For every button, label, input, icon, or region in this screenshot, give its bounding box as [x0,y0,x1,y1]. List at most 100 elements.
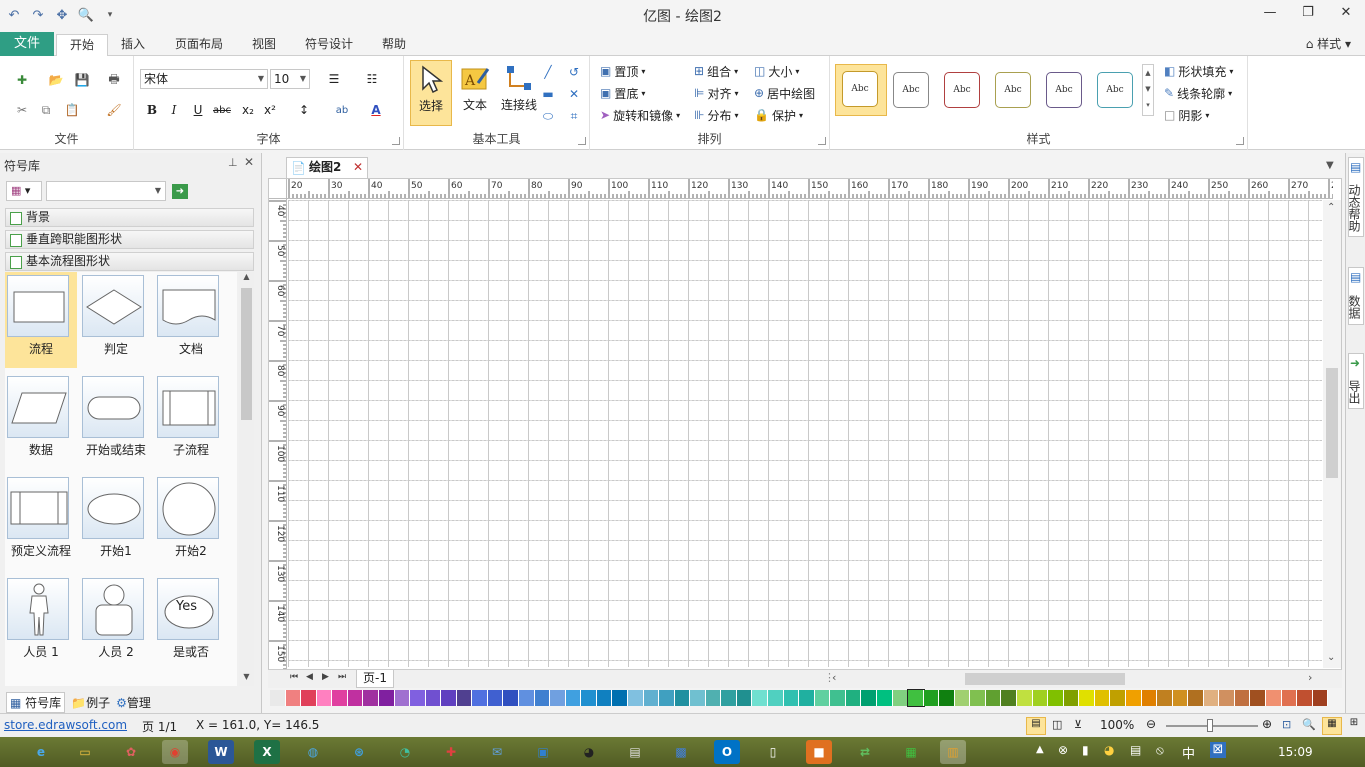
project-app-icon[interactable]: ▦ [898,740,924,764]
text-tool-button[interactable]: A 文本 [454,60,496,126]
page-view-icon[interactable]: ◫ [1052,718,1062,731]
tab-list-icon[interactable]: ▼ [1326,160,1334,171]
canvas-vscroll-thumb[interactable] [1326,368,1338,478]
palette-swatch[interactable] [1063,690,1080,706]
align-button[interactable]: ⊫ 对齐 ▾ [694,83,738,103]
palette-swatch[interactable] [752,690,768,706]
shape-fill-button[interactable]: ◧ 形状填充 ▾ [1164,61,1233,81]
cross-tool-icon[interactable]: ✕ [564,84,584,104]
tray-network-icon[interactable]: ▤ [1130,743,1141,757]
remote-desktop-icon[interactable]: ▩ [668,740,694,764]
style-sample-4[interactable]: Abc [995,72,1031,108]
palette-swatch[interactable] [363,690,379,706]
palette-swatch[interactable] [316,690,333,706]
examples-tab[interactable]: 📁例子 [71,694,110,711]
palette-swatch[interactable] [1032,690,1049,706]
scroll-down-icon[interactable]: ▼ [239,672,254,686]
palette-swatch[interactable] [907,689,925,707]
cut-icon[interactable]: ✂ [12,100,32,120]
grid-toggle-icon[interactable]: ▦ [1322,717,1342,735]
library-scrollbar[interactable]: ▲ ▼ [239,272,254,686]
last-page-icon[interactable]: ⏭ [338,672,346,682]
font-size-select[interactable]: 10 ▼ [270,69,310,89]
shape-person2[interactable]: 人员 2 [80,575,152,671]
tab-file[interactable]: 文件 [0,32,54,56]
palette-swatch[interactable] [612,690,628,706]
print-icon[interactable]: 🖶 [104,70,124,90]
palette-swatch[interactable] [565,690,582,706]
minimize-button[interactable]: — [1251,0,1289,24]
arc-tool-icon[interactable]: ↺ [564,62,584,82]
tray-app-icon[interactable]: ⊗ [1058,743,1068,757]
outlook-icon[interactable]: O [714,740,740,764]
arrange-dialog-launcher[interactable] [818,137,826,145]
ime-app-icon[interactable]: ■ [806,740,832,764]
palette-swatch[interactable] [1141,690,1158,706]
app-icon[interactable]: ⊛ [346,740,372,764]
shape-process[interactable]: 流程 [5,272,77,368]
shape-yes-no[interactable]: Yes 是或否 [155,575,227,671]
font-color-button[interactable]: A [366,100,386,120]
tray-qq-icon[interactable]: ◕ [1104,743,1114,757]
fullscreen-view-icon[interactable]: ⊻ [1074,718,1082,731]
line-spacing-icon[interactable]: ↕ [294,100,314,120]
tab-insert[interactable]: 插入 [112,34,154,56]
manage-tab[interactable]: ⚙管理 [116,694,151,711]
paint-icon[interactable]: ✿ [118,740,144,764]
library-scroll-thumb[interactable] [241,288,252,420]
shadow-button[interactable]: □ 阴影 ▾ [1164,105,1209,125]
data-tab[interactable]: ▤ 数据 [1347,267,1364,325]
canvas-vertical-scrollbar[interactable]: ⌃ ⌄ [1323,200,1341,668]
paste-icon[interactable]: 📋 [62,100,82,120]
medical-app-icon[interactable]: ✚ [438,740,464,764]
underline-button[interactable]: U [188,100,208,120]
qq-icon[interactable]: ◕ [576,740,602,764]
style-sample-6[interactable]: Abc [1097,72,1133,108]
palette-swatch[interactable] [581,690,597,706]
palette-swatch[interactable] [1001,690,1017,706]
line-tool-icon[interactable]: ╱ [538,62,558,82]
crop-tool-icon[interactable]: ⌗ [564,106,584,126]
palette-swatch[interactable] [347,690,364,706]
palette-swatch[interactable] [659,690,675,706]
scroll-up-icon[interactable]: ▲ [239,272,254,286]
close-tab-icon[interactable]: ✕ [353,158,363,177]
palette-swatch[interactable] [1297,690,1313,706]
tab-page-layout[interactable]: 页面布局 [166,34,232,56]
tools-dialog-launcher[interactable] [578,137,586,145]
prev-page-icon[interactable]: ◀ [306,672,313,682]
text-highlight-icon[interactable]: ab [332,100,352,120]
subscript-button[interactable]: x₂ [238,100,258,120]
palette-swatch[interactable] [799,690,815,706]
category-flowchart[interactable]: 基本流程图形状 [5,252,254,271]
open-icon[interactable]: 📂 [46,70,66,90]
line-outline-button[interactable]: ✎ 线条轮廓 ▾ [1164,83,1232,103]
tab-help[interactable]: 帮助 [372,34,416,56]
mail-icon[interactable]: ✉ [484,740,510,764]
palette-swatch[interactable] [830,690,846,706]
palette-swatch[interactable] [270,690,286,706]
styles-dialog-launcher[interactable] [1236,137,1244,145]
canvas-scroll-down-icon[interactable]: ⌄ [1327,652,1335,663]
palette-swatch[interactable] [285,690,302,706]
palette-swatch[interactable] [876,690,893,706]
tab-symbol-design[interactable]: 符号设计 [296,34,362,56]
palette-swatch[interactable] [1188,690,1204,706]
document-tab[interactable]: 📄 绘图2 ✕ [286,157,368,178]
italic-button[interactable]: I [164,100,184,120]
palette-swatch[interactable] [1079,690,1095,706]
browser-icon[interactable]: ◔ [392,740,418,764]
library-search-input[interactable]: ▼ [46,181,166,201]
font-dialog-launcher[interactable] [392,137,400,145]
word-icon[interactable]: W [208,740,234,764]
palette-swatch[interactable] [1250,690,1266,706]
bullets-icon[interactable]: ☷ [362,69,382,89]
library-tab[interactable]: ▦ 符号库 [6,691,66,713]
canvas-scroll-up-icon[interactable]: ⌃ [1327,202,1335,213]
style-sample-2[interactable]: Abc [893,72,929,108]
palette-swatch[interactable] [1157,690,1173,706]
globe-icon[interactable]: ◍ [300,740,326,764]
explorer-icon[interactable]: ▭ [72,740,98,764]
palette-swatch[interactable] [627,690,644,706]
zoom-slider-thumb[interactable] [1207,719,1213,732]
